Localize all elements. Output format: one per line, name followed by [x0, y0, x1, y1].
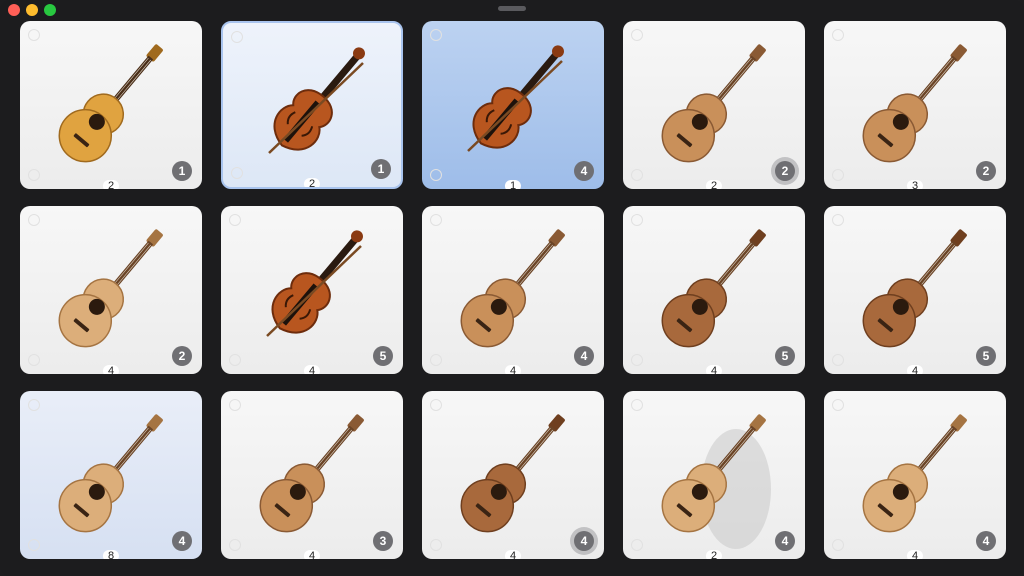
- select-indicator-icon[interactable]: [28, 214, 40, 226]
- instrument-card[interactable]: 41: [422, 21, 604, 189]
- app-window: 12 12 41 2 2 2 3 2 4 5 4 4 4 5 4 5 4 4 8…: [0, 0, 1024, 576]
- select-indicator-icon[interactable]: [430, 214, 442, 226]
- instrument-card[interactable]: 42: [623, 391, 805, 559]
- instrument-grid: 12 12 41 2 2 2 3 2 4 5 4 4 4 5 4 5 4 4 8…: [20, 21, 1006, 559]
- card-caption: 4: [504, 550, 522, 559]
- count-badge: 2: [172, 346, 192, 366]
- count-badge: 4: [574, 346, 594, 366]
- card-caption: 4: [303, 550, 321, 559]
- favorite-indicator-icon[interactable]: [631, 354, 643, 366]
- instrument-card[interactable]: 24: [20, 206, 202, 374]
- count-badge: 4: [574, 531, 594, 551]
- instrument-card[interactable]: 54: [221, 206, 403, 374]
- instrument-card[interactable]: 54: [824, 206, 1006, 374]
- select-indicator-icon[interactable]: [28, 29, 40, 41]
- count-badge: 2: [976, 161, 996, 181]
- card-caption: 8: [102, 550, 120, 559]
- card-caption: 1: [504, 180, 522, 189]
- select-indicator-icon[interactable]: [430, 29, 442, 41]
- instrument-card[interactable]: 34: [221, 391, 403, 559]
- select-indicator-icon[interactable]: [832, 29, 844, 41]
- close-button[interactable]: [8, 4, 20, 16]
- favorite-indicator-icon[interactable]: [832, 354, 844, 366]
- instrument-card[interactable]: 54: [623, 206, 805, 374]
- count-badge: 4: [574, 161, 594, 181]
- select-indicator-icon[interactable]: [631, 29, 643, 41]
- count-badge: 4: [775, 531, 795, 551]
- select-indicator-icon[interactable]: [28, 399, 40, 411]
- count-badge: 1: [371, 159, 391, 179]
- count-badge: 3: [373, 531, 393, 551]
- card-caption: 3: [906, 180, 924, 189]
- favorite-indicator-icon[interactable]: [631, 539, 643, 551]
- favorite-indicator-icon[interactable]: [430, 169, 442, 181]
- count-badge: 5: [775, 346, 795, 366]
- instrument-card[interactable]: 44: [422, 206, 604, 374]
- favorite-indicator-icon[interactable]: [832, 539, 844, 551]
- card-caption: 2: [705, 550, 723, 559]
- count-badge: 1: [172, 161, 192, 181]
- instrument-card[interactable]: 44: [824, 391, 1006, 559]
- card-caption: 4: [906, 550, 924, 559]
- count-badge: 5: [373, 346, 393, 366]
- instrument-card[interactable]: 23: [824, 21, 1006, 189]
- favorite-indicator-icon[interactable]: [631, 169, 643, 181]
- count-badge: 5: [976, 346, 996, 366]
- select-indicator-icon[interactable]: [631, 399, 643, 411]
- card-caption: 4: [102, 365, 120, 374]
- zoom-button[interactable]: [44, 4, 56, 16]
- count-badge: 4: [976, 531, 996, 551]
- card-caption: 2: [102, 180, 120, 189]
- instrument-card[interactable]: 12: [20, 21, 202, 189]
- card-caption: 4: [705, 365, 723, 374]
- select-indicator-icon[interactable]: [430, 399, 442, 411]
- select-indicator-icon[interactable]: [832, 214, 844, 226]
- card-caption: 2: [303, 178, 321, 187]
- card-caption: 2: [705, 180, 723, 189]
- select-indicator-icon[interactable]: [229, 214, 241, 226]
- favorite-indicator-icon[interactable]: [430, 354, 442, 366]
- select-indicator-icon[interactable]: [631, 214, 643, 226]
- favorite-indicator-icon[interactable]: [231, 167, 243, 179]
- select-indicator-icon[interactable]: [229, 399, 241, 411]
- instrument-card[interactable]: 22: [623, 21, 805, 189]
- select-indicator-icon[interactable]: [832, 399, 844, 411]
- card-caption: 4: [906, 365, 924, 374]
- card-caption: 4: [303, 365, 321, 374]
- favorite-indicator-icon[interactable]: [229, 539, 241, 551]
- drag-handle[interactable]: [498, 6, 526, 11]
- instrument-card[interactable]: 12: [221, 21, 403, 189]
- favorite-indicator-icon[interactable]: [28, 539, 40, 551]
- select-indicator-icon[interactable]: [231, 31, 243, 43]
- instrument-card[interactable]: 44: [422, 391, 604, 559]
- card-caption: 4: [504, 365, 522, 374]
- window-controls: [8, 4, 56, 16]
- favorite-indicator-icon[interactable]: [430, 539, 442, 551]
- favorite-indicator-icon[interactable]: [28, 354, 40, 366]
- favorite-indicator-icon[interactable]: [28, 169, 40, 181]
- instrument-card[interactable]: 48: [20, 391, 202, 559]
- minimize-button[interactable]: [26, 4, 38, 16]
- count-badge: 4: [172, 531, 192, 551]
- favorite-indicator-icon[interactable]: [229, 354, 241, 366]
- count-badge: 2: [775, 161, 795, 181]
- favorite-indicator-icon[interactable]: [832, 169, 844, 181]
